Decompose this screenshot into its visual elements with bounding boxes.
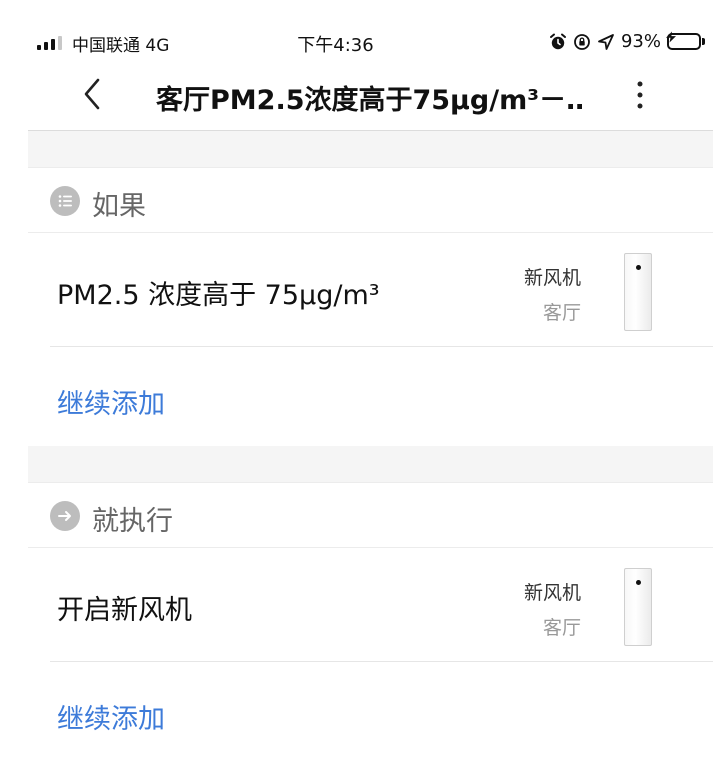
arrow-right-icon	[50, 501, 80, 531]
then-section-header: 就执行	[28, 483, 713, 548]
air-purifier-device-image	[624, 253, 652, 331]
list-icon	[50, 186, 80, 216]
action-row[interactable]: 开启新风机 新风机 客厅	[28, 548, 713, 662]
then-section-label: 就执行	[92, 506, 173, 537]
device-name: 新风机	[523, 582, 581, 604]
navigation-bar: 客厅PM2.5浓度高于75μg/m³－…	[28, 58, 713, 130]
if-section-label: 如果	[92, 191, 146, 222]
status-icons: 93%	[549, 31, 705, 52]
add-action-link[interactable]: 继续添加	[57, 697, 165, 736]
device-room: 客厅	[542, 617, 581, 639]
scene-edit-page: 中国联通 4G 下午4:36 93% 客厅PM2.5浓度高于75μg/m³－… …	[28, 0, 713, 761]
battery-charging-icon	[666, 31, 705, 50]
section-separator	[28, 131, 713, 168]
more-vertical-icon[interactable]	[633, 78, 647, 112]
device-name: 新风机	[523, 267, 581, 289]
battery-percent: 93%	[620, 31, 661, 52]
action-text: 开启新风机	[57, 595, 192, 626]
condition-row[interactable]: PM2.5 浓度高于 75μg/m³ 新风机 客厅	[28, 233, 713, 347]
add-condition-link[interactable]: 继续添加	[57, 382, 165, 421]
alarm-icon	[549, 33, 566, 49]
add-action-row[interactable]: 继续添加	[28, 663, 713, 761]
section-separator	[28, 446, 713, 483]
device-room: 客厅	[542, 302, 581, 324]
location-icon	[598, 33, 614, 50]
add-condition-row[interactable]: 继续添加	[28, 348, 713, 446]
orientation-lock-icon	[574, 33, 590, 50]
page-title: 客厅PM2.5浓度高于75μg/m³－…	[156, 85, 586, 116]
if-section-header: 如果	[28, 168, 713, 233]
condition-text: PM2.5 浓度高于 75μg/m³	[57, 280, 380, 311]
back-chevron-icon[interactable]	[80, 76, 104, 112]
air-purifier-device-image	[624, 568, 652, 646]
